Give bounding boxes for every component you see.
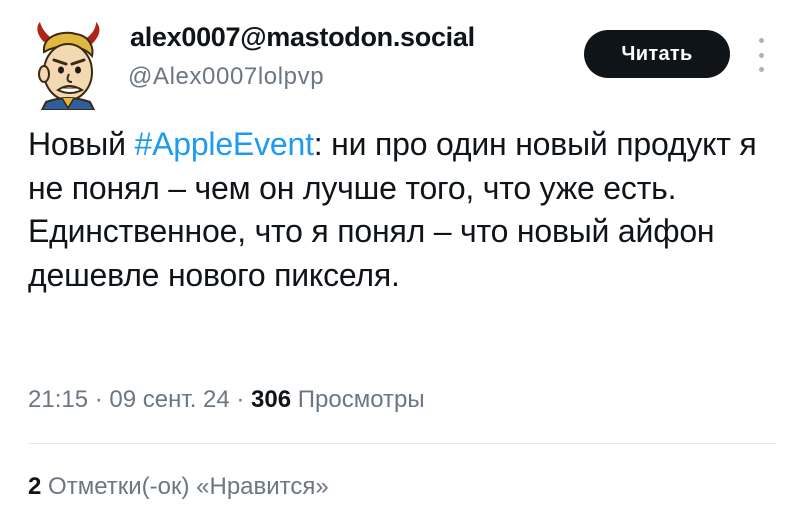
likes-label: Отметки(-ок) «Нравится» <box>48 473 329 500</box>
follow-button[interactable]: Читать <box>584 30 730 78</box>
author-handle[interactable]: @Alex0007lolpvp <box>128 63 324 91</box>
vault-boy-devil-avatar-icon <box>37 22 100 111</box>
divider <box>28 443 776 444</box>
meta-separator: · <box>229 386 252 413</box>
tweet-meta: 21:15 · 09 сент. 24 · 306 Просмотры <box>28 386 425 414</box>
more-dot <box>758 52 764 58</box>
tweet: alex0007@mastodon.social @Alex0007lolpvp… <box>0 0 800 522</box>
tweet-text: Новый #AppleEvent: ни про один новый про… <box>28 123 758 297</box>
likes-count: 2 <box>28 473 42 500</box>
likes-link[interactable]: 2 Отметки(-ок) «Нравится» <box>28 473 329 501</box>
more-dot <box>758 67 764 72</box>
more-vertical-icon[interactable] <box>754 38 768 72</box>
views-label: Просмотры <box>297 386 425 413</box>
tweet-date[interactable]: 09 сент. 24 <box>109 386 229 413</box>
hashtag-link[interactable]: #AppleEvent <box>134 126 313 162</box>
more-dot <box>758 38 764 43</box>
tweet-text-start: Новый <box>28 126 135 162</box>
tweet-time[interactable]: 21:15 <box>28 386 88 413</box>
author-display-name[interactable]: alex0007@mastodon.social <box>130 22 475 53</box>
views-count: 306 <box>251 386 292 413</box>
avatar[interactable] <box>22 22 110 111</box>
meta-separator: · <box>88 386 110 413</box>
